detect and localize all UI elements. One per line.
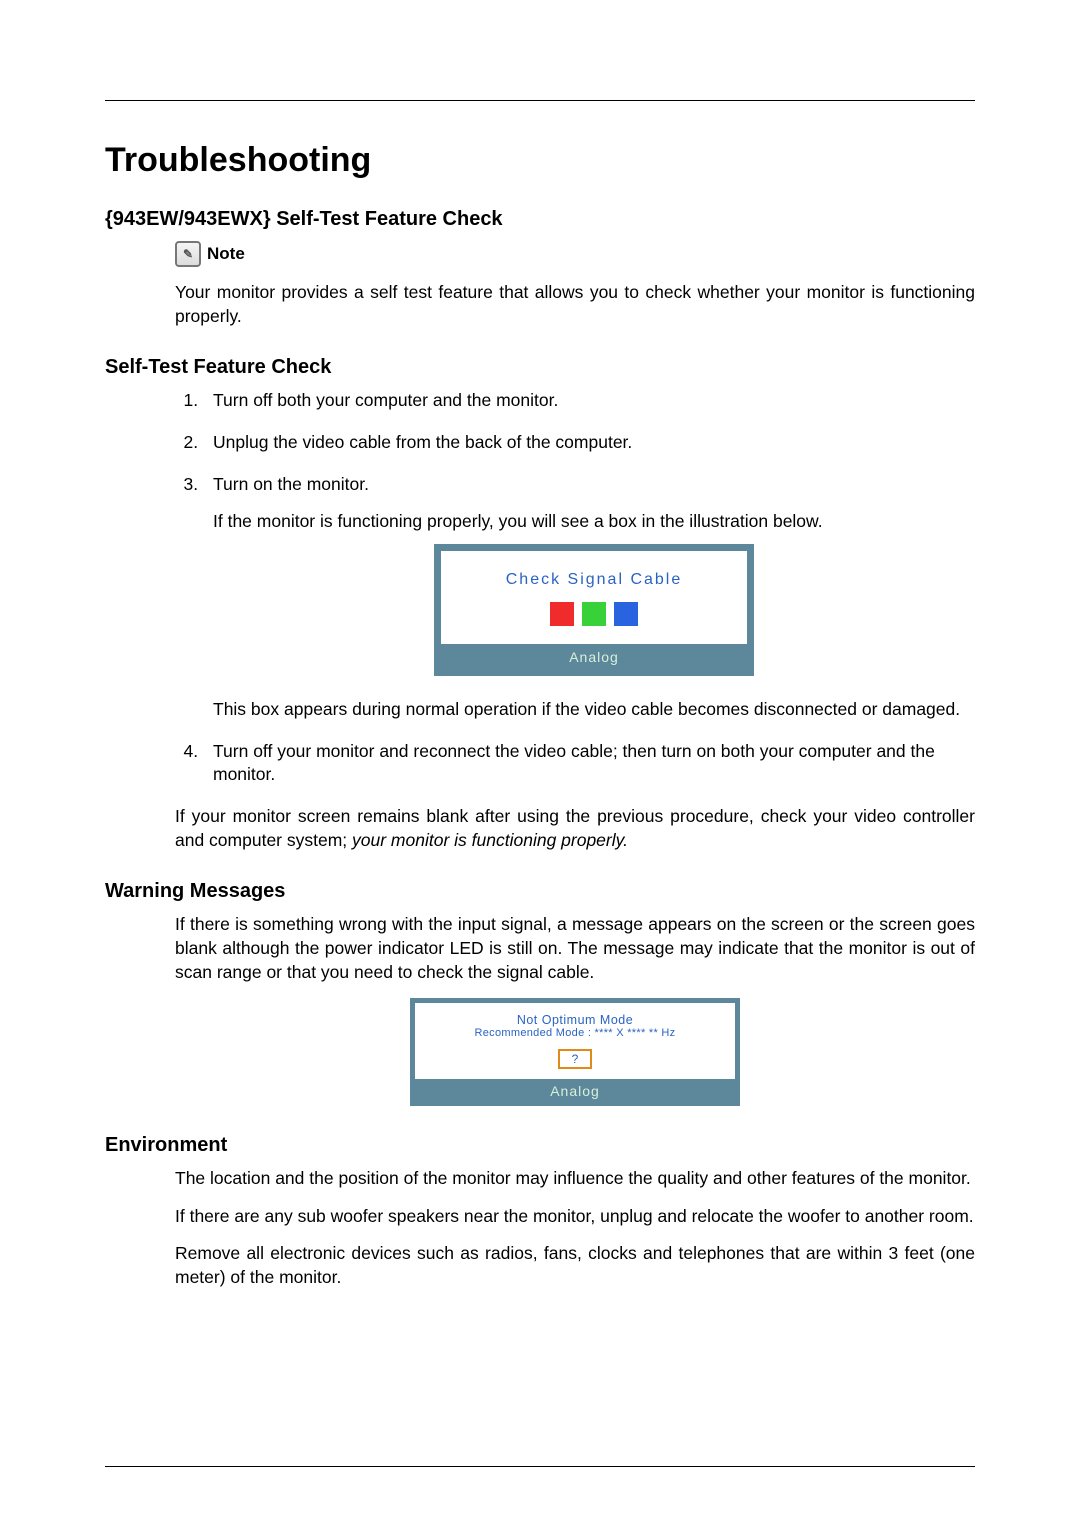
steps-list: Turn off both your computer and the moni… [175,389,975,787]
rgb-squares [451,602,737,626]
note-icon: ✎ [175,241,201,267]
section-heading-selftest-model: {943EW/943EWX} Self-Test Feature Check [105,208,975,231]
step-4: Turn off your monitor and reconnect the … [203,740,975,787]
osd-not-optimum-line2: Recommended Mode : **** X **** ** Hz [423,1027,727,1039]
osd-not-optimum-footer: Analog [415,1079,735,1101]
osd-not-optimum-line1: Not Optimum Mode [423,1013,727,1027]
step-1: Turn off both your computer and the moni… [203,389,975,413]
osd-question-box: ? [558,1049,592,1069]
environment-p3: Remove all electronic devices such as ra… [175,1242,975,1289]
step-2-text: Unplug the video cable from the back of … [213,432,632,452]
osd-check-signal-box: Check Signal Cable Analog [434,544,754,676]
note-label: Note [207,244,245,264]
step-1-text: Turn off both your computer and the moni… [213,390,558,410]
section-heading-selftest: Self-Test Feature Check [105,356,975,379]
section-heading-environment: Environment [105,1134,975,1157]
blue-square-icon [614,602,638,626]
environment-p2: If there are any sub woofer speakers nea… [175,1205,975,1229]
red-square-icon [550,602,574,626]
osd-not-optimum-box: Not Optimum Mode Recommended Mode : ****… [410,998,740,1106]
top-horizontal-rule [105,100,975,101]
osd-check-signal-inner: Check Signal Cable [441,551,747,645]
step-3-text: Turn on the monitor. [213,474,369,494]
after-steps-paragraph: If your monitor screen remains blank aft… [175,805,975,852]
note-row: ✎ Note [175,241,975,267]
after-steps-italic: your monitor is functioning properly. [352,830,628,850]
osd-check-signal-footer: Analog [441,644,747,669]
osd-check-signal-title: Check Signal Cable [451,569,737,591]
bottom-horizontal-rule [105,1466,975,1467]
page-title: Troubleshooting [105,141,975,180]
environment-p1: The location and the position of the mon… [175,1167,975,1191]
step-3: Turn on the monitor. If the monitor is f… [203,473,975,722]
warning-block: If there is something wrong with the inp… [175,913,975,1106]
environment-block: The location and the position of the mon… [175,1167,975,1290]
document-page: Troubleshooting {943EW/943EWX} Self-Test… [0,0,1080,1527]
steps-block: Turn off both your computer and the moni… [175,389,975,852]
note-body-text: Your monitor provides a self test featur… [175,281,975,328]
green-square-icon [582,602,606,626]
osd-not-optimum-wrap: Not Optimum Mode Recommended Mode : ****… [175,998,975,1106]
note-block: ✎ Note Your monitor provides a self test… [175,241,975,328]
step-3-sub2: This box appears during normal operation… [213,698,975,722]
osd-check-signal-wrap: Check Signal Cable Analog [213,544,975,676]
step-3-sub1: If the monitor is functioning properly, … [213,510,975,534]
step-4-text: Turn off your monitor and reconnect the … [213,741,935,785]
section-heading-warning: Warning Messages [105,880,975,903]
osd-not-optimum-inner: Not Optimum Mode Recommended Mode : ****… [415,1003,735,1079]
step-2: Unplug the video cable from the back of … [203,431,975,455]
warning-body: If there is something wrong with the inp… [175,913,975,984]
